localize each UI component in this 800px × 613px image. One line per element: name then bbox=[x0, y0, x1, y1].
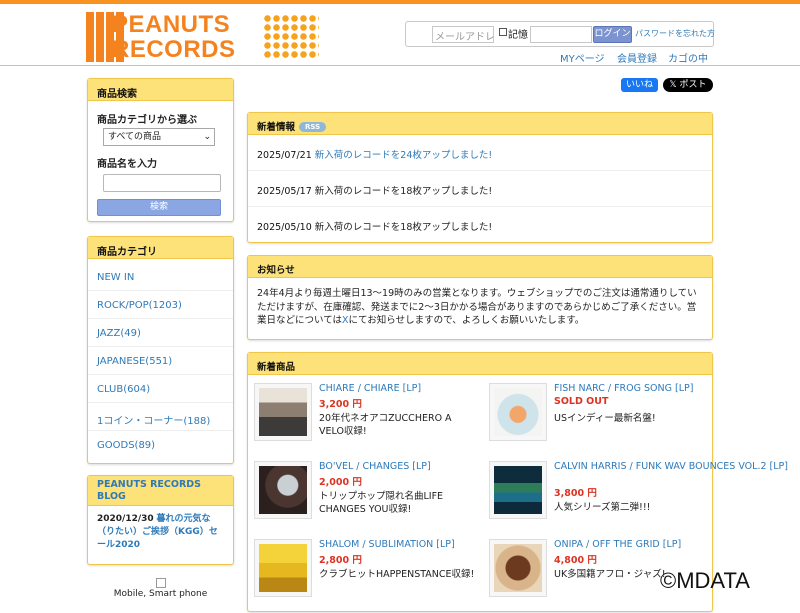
news-link[interactable]: 新入荷のレコードを24枚アップしました! bbox=[315, 150, 492, 161]
product-price: 3,800 円 bbox=[554, 488, 597, 499]
notice-title: お知らせ bbox=[248, 256, 712, 278]
product-title[interactable]: SHALOM / SUBLIMATION [LP] bbox=[319, 539, 455, 550]
news-date: 2025/07/21 bbox=[257, 150, 312, 161]
logo-dots bbox=[263, 14, 319, 60]
mobile-label: Mobile, Smart phone bbox=[113, 589, 208, 599]
album-cover bbox=[259, 466, 307, 514]
mobile-qr-image bbox=[155, 578, 166, 588]
mobile-link[interactable]: Mobile, Smart phone bbox=[87, 578, 234, 599]
remember-label: 記憶 bbox=[508, 30, 528, 41]
news-box: 新着情報 RSS 2025/07/21 新入荷のレコードを24枚アップしました! … bbox=[247, 112, 713, 243]
login-box: メールアドレ 記憶 ログイン パスワードを忘れた方 bbox=[405, 21, 715, 47]
news-text: 新入荷のレコードを18枚アップしました! bbox=[314, 186, 493, 197]
news-date: 2025/05/17 bbox=[257, 186, 312, 197]
category-item-jazz[interactable]: JAZZ(49) bbox=[88, 319, 233, 347]
new-products-box: 新着商品 CHIARE / CHIARE [LP] 3,200 円 20年代ネオ… bbox=[247, 352, 788, 613]
product-thumbnail[interactable] bbox=[254, 461, 312, 519]
category-box: 商品カテゴリ NEW IN ROCK/POP(1203) JAZZ(49) JA… bbox=[87, 236, 234, 464]
category-select-label: 商品カテゴリから選ぶ bbox=[97, 115, 197, 126]
register-link[interactable]: 会員登録 bbox=[617, 50, 657, 65]
login-button[interactable]: ログイン bbox=[593, 26, 632, 43]
product-thumbnail[interactable] bbox=[489, 461, 547, 519]
product-description: USインディー最新名盤! bbox=[554, 413, 656, 424]
product-item[interactable]: FISH NARC / FROG SONG [LP] SOLD OUT USイン… bbox=[486, 383, 711, 457]
category-select-value: すべての商品 bbox=[108, 132, 162, 142]
x-post-label: ポスト bbox=[679, 80, 707, 90]
product-price: 2,000 円 bbox=[319, 477, 362, 488]
product-description: 20年代ネオアコZUCCHERO A VELO収録! bbox=[319, 413, 452, 437]
product-name-label: 商品名を入力 bbox=[97, 159, 157, 170]
new-products-title: 新着商品 bbox=[248, 353, 712, 375]
category-item-one-coin[interactable]: 1コイン・コーナー(188) bbox=[88, 403, 233, 431]
password-input[interactable] bbox=[530, 26, 592, 43]
product-thumbnail[interactable] bbox=[489, 383, 547, 441]
x-icon: 𝕏 bbox=[669, 80, 680, 90]
email-input[interactable]: メールアドレ bbox=[432, 26, 494, 43]
logo-line-1: PEANUTS bbox=[112, 11, 231, 38]
site-header: PEANUTS RECORDS メールアドレ 記憶 ログイン パスワードを忘れた… bbox=[0, 4, 800, 66]
product-title[interactable]: FISH NARC / FROG SONG [LP] bbox=[554, 383, 693, 394]
product-item[interactable]: BO'VEL / CHANGES [LP] 2,000 円 トリップホップ隠れ名… bbox=[251, 461, 476, 535]
blog-entry-date: 2020/12/30 bbox=[97, 514, 154, 524]
category-item-rock-pop[interactable]: ROCK/POP(1203) bbox=[88, 291, 233, 319]
category-item-club[interactable]: CLUB(604) bbox=[88, 375, 233, 403]
site-logo[interactable]: PEANUTS RECORDS bbox=[86, 12, 322, 64]
forgot-password-link[interactable]: パスワードを忘れた方 bbox=[635, 28, 715, 39]
product-title[interactable]: BO'VEL / CHANGES [LP] bbox=[319, 461, 431, 472]
product-item[interactable]: CHIARE / CHIARE [LP] 3,200 円 20年代ネオアコZUC… bbox=[251, 383, 476, 457]
remember-checkbox[interactable] bbox=[499, 28, 507, 36]
product-title[interactable]: CHIARE / CHIARE [LP] bbox=[319, 383, 421, 394]
logo-text: PEANUTS RECORDS bbox=[112, 13, 262, 63]
notice-body-text-after: にてお知らせしますので、よろしくお願いいたします。 bbox=[348, 315, 585, 326]
product-thumbnail[interactable] bbox=[254, 383, 312, 441]
product-search-box: 商品検索 商品カテゴリから選ぶ すべての商品 ⌄ 商品名を入力 検索 bbox=[87, 78, 234, 222]
album-cover bbox=[259, 388, 307, 436]
category-select[interactable]: すべての商品 ⌄ bbox=[103, 128, 215, 146]
rss-badge[interactable]: RSS bbox=[299, 122, 327, 132]
category-title: 商品カテゴリ bbox=[88, 237, 233, 259]
cart-link[interactable]: カゴの中 bbox=[668, 50, 708, 65]
album-cover bbox=[494, 466, 542, 514]
product-title[interactable]: CALVIN HARRIS / FUNK WAV BOUNCES VOL.2 [… bbox=[554, 461, 788, 472]
product-thumbnail[interactable] bbox=[254, 539, 312, 597]
product-thumbnail[interactable] bbox=[489, 539, 547, 597]
blog-box: PEANUTS RECORDS BLOG 2020/12/30 暮れの元気な（り… bbox=[87, 475, 234, 565]
news-title-text: 新着情報 bbox=[257, 122, 296, 133]
search-button[interactable]: 検索 bbox=[97, 199, 221, 216]
mypage-link[interactable]: MYページ bbox=[560, 50, 605, 65]
news-item: 2025/05/17 新入荷のレコードを18枚アップしました! bbox=[248, 171, 712, 207]
category-item-new-in[interactable]: NEW IN bbox=[88, 263, 233, 291]
category-item-japanese[interactable]: JAPANESE(551) bbox=[88, 347, 233, 375]
news-date: 2025/05/10 bbox=[257, 222, 312, 233]
notice-text: 24年4月より毎週土曜日13～19時のみの営業となります。ウェブショップでのご注… bbox=[248, 278, 712, 337]
x-post-button[interactable]: 𝕏 ポスト bbox=[663, 78, 713, 92]
news-title: 新着情報 RSS bbox=[248, 113, 712, 135]
product-name-input[interactable] bbox=[103, 174, 221, 192]
product-price: 4,800 円 bbox=[554, 555, 597, 566]
watermark: ©MDATA bbox=[660, 568, 750, 593]
chevron-down-icon: ⌄ bbox=[203, 132, 211, 142]
product-search-title: 商品検索 bbox=[88, 79, 233, 101]
product-price: 2,800 円 bbox=[319, 555, 362, 566]
product-description: クラブヒットHAPPENSTANCE収録! bbox=[319, 569, 475, 580]
facebook-like-label: いいね bbox=[625, 80, 653, 90]
product-item[interactable]: SHALOM / SUBLIMATION [LP] 2,800 円 クラブヒット… bbox=[251, 539, 476, 613]
blog-title[interactable]: PEANUTS RECORDS BLOG bbox=[88, 476, 233, 506]
product-item[interactable]: CALVIN HARRIS / FUNK WAV BOUNCES VOL.2 [… bbox=[486, 461, 788, 535]
news-text: 新入荷のレコードを18枚アップしました! bbox=[314, 222, 493, 233]
facebook-like-button[interactable]: いいね bbox=[621, 78, 658, 92]
product-title[interactable]: ONIPA / OFF THE GRID [LP] bbox=[554, 539, 681, 550]
product-description: 人気シリーズ第二弾!!! bbox=[554, 502, 651, 513]
notice-box: お知らせ 24年4月より毎週土曜日13～19時のみの営業となります。ウェブショッ… bbox=[247, 255, 713, 340]
album-cover bbox=[494, 388, 542, 436]
album-cover bbox=[494, 544, 542, 592]
product-description: トリップホップ隠れ名曲LIFE CHANGES YOU収録! bbox=[319, 491, 444, 515]
album-cover bbox=[259, 544, 307, 592]
category-item-goods[interactable]: GOODS(89) bbox=[88, 431, 233, 459]
product-price: SOLD OUT bbox=[554, 396, 609, 407]
news-item: 2025/05/10 新入荷のレコードを18枚アップしました! bbox=[248, 207, 712, 243]
logo-line-2: RECORDS bbox=[112, 36, 236, 63]
news-item: 2025/07/21 新入荷のレコードを24枚アップしました! bbox=[248, 135, 712, 171]
product-price: 3,200 円 bbox=[319, 399, 362, 410]
